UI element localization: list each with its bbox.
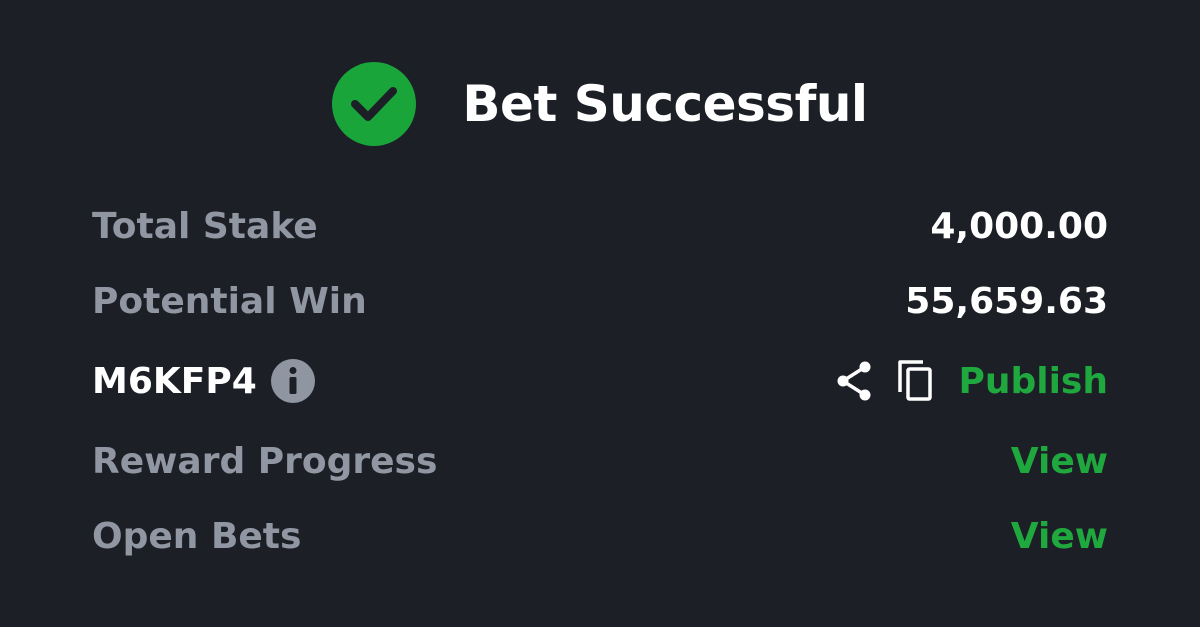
reward-progress-row: Reward Progress View bbox=[92, 436, 1108, 486]
check-circle-icon bbox=[332, 62, 417, 146]
total-stake-label: Total Stake bbox=[92, 205, 318, 247]
confirmation-header: Bet Successful bbox=[0, 62, 1200, 146]
open-bets-row: Open Bets View bbox=[92, 511, 1108, 561]
potential-win-value: 55,659.63 bbox=[905, 280, 1108, 322]
booking-code-row: M6KFP4 Publish bbox=[92, 356, 1108, 406]
bet-confirmation-panel: Bet Successful Total Stake 4,000.00 Pote… bbox=[0, 0, 1200, 627]
open-bets-view-link[interactable]: View bbox=[1011, 516, 1108, 557]
total-stake-row: Total Stake 4,000.00 bbox=[92, 201, 1108, 251]
booking-code: M6KFP4 bbox=[92, 360, 257, 402]
publish-button[interactable]: Publish bbox=[958, 361, 1108, 402]
reward-progress-view-link[interactable]: View bbox=[1011, 441, 1108, 482]
booking-actions: Publish bbox=[834, 358, 1108, 404]
open-bets-label: Open Bets bbox=[92, 515, 302, 557]
potential-win-label: Potential Win bbox=[92, 280, 367, 322]
reward-progress-label: Reward Progress bbox=[92, 440, 438, 482]
share-icon[interactable] bbox=[834, 359, 874, 403]
total-stake-value: 4,000.00 bbox=[930, 205, 1108, 247]
info-icon[interactable] bbox=[270, 359, 315, 403]
copy-icon[interactable] bbox=[896, 358, 936, 404]
booking-code-group: M6KFP4 bbox=[92, 359, 315, 403]
page-title: Bet Successful bbox=[462, 75, 868, 133]
potential-win-row: Potential Win 55,659.63 bbox=[92, 276, 1108, 326]
